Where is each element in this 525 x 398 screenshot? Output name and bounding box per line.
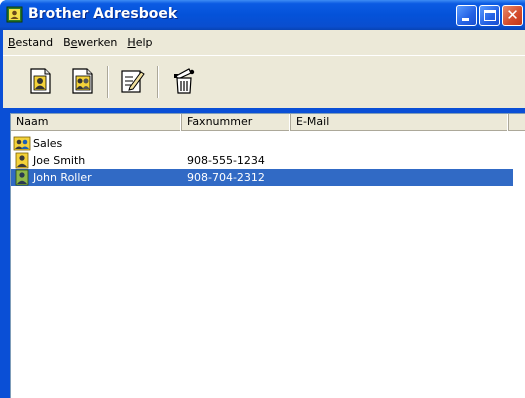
maximize-icon — [484, 10, 496, 21]
toolbar-separator — [157, 66, 159, 98]
contact-name: Sales — [33, 137, 63, 150]
contact-fax: 908-555-1234 — [187, 154, 265, 167]
maximize-button[interactable] — [479, 5, 500, 26]
window-title: Brother Adresboek — [28, 6, 178, 22]
delete-icon[interactable] — [169, 66, 199, 96]
list-item[interactable]: Sales — [11, 135, 513, 152]
column-filler — [509, 114, 525, 131]
minimize-icon — [462, 18, 469, 21]
group-icon — [13, 136, 31, 151]
contact-name: Joe Smith — [33, 154, 86, 167]
menu-bewerken[interactable]: Bewerken — [58, 36, 122, 49]
title-bar[interactable]: Brother Adresboek ✕ — [0, 0, 525, 30]
list-header: Naam Faxnummer E-Mail — [11, 114, 525, 131]
contact-name: John Roller — [33, 171, 92, 184]
list-item[interactable]: John Roller 908-704-2312 — [11, 169, 513, 186]
column-email[interactable]: E-Mail — [291, 114, 509, 131]
new-group-icon[interactable] — [67, 66, 97, 96]
new-member-icon[interactable] — [25, 66, 55, 96]
toolbar — [3, 55, 525, 108]
column-naam[interactable]: Naam — [11, 114, 182, 131]
person-icon — [15, 152, 29, 169]
menu-bar: Bestand Bewerken Help — [3, 30, 525, 55]
toolbar-separator — [107, 66, 109, 98]
person-icon — [15, 169, 29, 186]
menu-bestand[interactable]: Bestand — [3, 36, 58, 49]
close-icon: ✕ — [506, 6, 519, 24]
address-book-icon — [6, 6, 23, 23]
address-book-window: Brother Adresboek ✕ Bestand Bewerken Hel… — [0, 0, 525, 398]
column-faxnummer[interactable]: Faxnummer — [182, 114, 291, 131]
close-button[interactable]: ✕ — [502, 5, 523, 26]
edit-icon[interactable] — [117, 66, 147, 96]
minimize-button[interactable] — [456, 5, 477, 26]
contact-fax: 908-704-2312 — [187, 171, 265, 184]
menu-help[interactable]: Help — [122, 36, 157, 49]
address-list[interactable]: Naam Faxnummer E-Mail Sales Joe Smith 90… — [10, 113, 525, 398]
list-item[interactable]: Joe Smith 908-555-1234 — [11, 152, 513, 169]
